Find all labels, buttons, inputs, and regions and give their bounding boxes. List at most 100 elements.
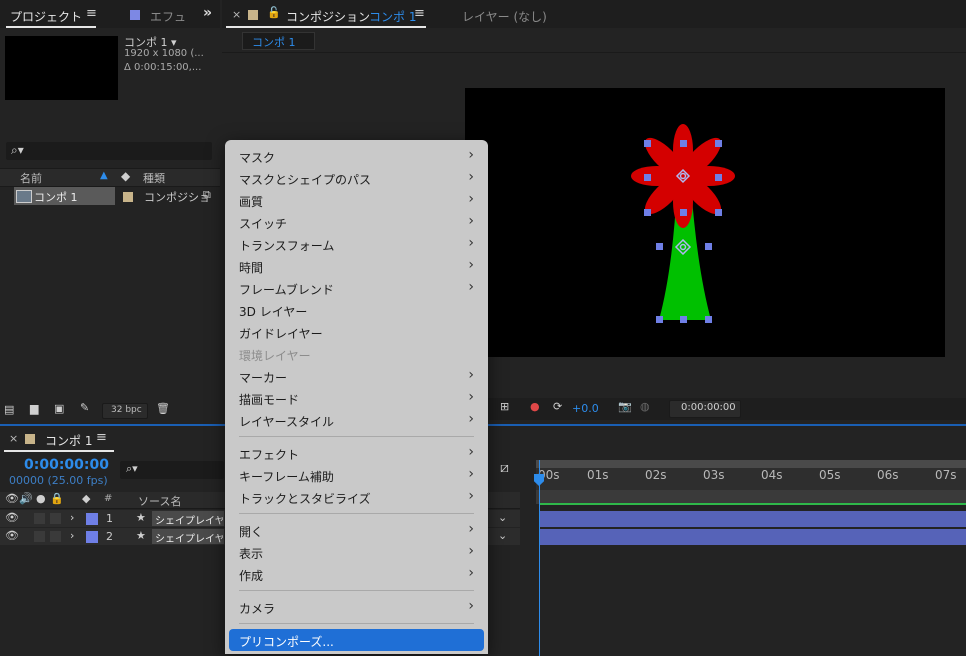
column-type[interactable]: 種類 xyxy=(143,170,165,186)
effects-tab[interactable]: エフュ xyxy=(150,8,186,25)
item-label-color xyxy=(123,192,133,202)
composition-tab-underline xyxy=(226,26,426,28)
menu-item[interactable]: 時間 › xyxy=(229,255,484,277)
menu-item[interactable]: キーフレーム補助 › xyxy=(229,464,484,486)
project-item-type: コンポジショ xyxy=(144,191,210,204)
source-name-header[interactable]: ソース名 xyxy=(138,493,181,509)
interpret-footage-icon[interactable]: ▤ xyxy=(4,403,14,416)
menu-item[interactable]: 3D レイヤー xyxy=(229,299,484,321)
visibility-toggle-icon[interactable]: 👁 xyxy=(5,511,19,524)
menu-item[interactable]: トランスフォーム › xyxy=(229,233,484,255)
menu-item: 環境レイヤー xyxy=(229,343,484,365)
menu-item-label: 描画モード xyxy=(239,393,300,407)
submenu-chevron-icon: › xyxy=(468,169,474,185)
solo-header-icon: ● xyxy=(36,492,46,505)
layer-number-header: # xyxy=(104,493,113,504)
submenu-chevron-icon: › xyxy=(468,411,474,427)
menu-item[interactable]: 作成 › xyxy=(229,563,484,585)
submenu-chevron-icon: › xyxy=(468,279,474,295)
lock-header-icon: 🔒 xyxy=(50,492,64,505)
layer-number: 2 xyxy=(106,530,113,543)
menu-item[interactable]: 開く › xyxy=(229,519,484,541)
color-channels-icon[interactable]: ● xyxy=(530,400,540,413)
menu-separator xyxy=(239,436,474,437)
menu-item-label: スイッチ xyxy=(239,217,288,231)
show-snapshot-icon[interactable]: ◍ xyxy=(640,400,650,413)
lock-checkbox[interactable] xyxy=(50,513,61,524)
layer-label-color[interactable] xyxy=(86,531,98,543)
guides-icon[interactable]: ⊞ xyxy=(500,400,509,413)
menu-item[interactable]: フレームブレンド › xyxy=(229,277,484,299)
menu-item[interactable]: マスク › xyxy=(229,145,484,167)
new-folder-icon[interactable]: ▆ xyxy=(30,402,38,415)
solo-checkbox[interactable] xyxy=(34,531,45,542)
layer-duration-bar[interactable] xyxy=(540,529,966,545)
submenu-chevron-icon: › xyxy=(468,565,474,581)
new-composition-icon[interactable]: ▣ xyxy=(54,402,64,415)
menu-item[interactable]: マスクとシェイプのパス › xyxy=(229,167,484,189)
timeline-menu-icon[interactable]: ≡ xyxy=(96,430,107,445)
menu-item-label: カメラ xyxy=(239,602,276,616)
timeline-tab[interactable]: コンポ 1 xyxy=(45,432,92,449)
flowchart-icon[interactable]: ⧉ xyxy=(203,188,211,202)
lock-icon[interactable]: 🔓 xyxy=(267,6,281,19)
menu-item[interactable]: エフェクト › xyxy=(229,442,484,464)
trash-icon[interactable]: 🗑 xyxy=(156,402,170,415)
menu-item[interactable]: トラックとスタビライズ › xyxy=(229,486,484,508)
composition-tab[interactable]: コンポジション xyxy=(286,8,370,25)
comp-flowchart-icon[interactable]: ⧄ xyxy=(500,460,509,476)
expand-chevron-icon[interactable]: › xyxy=(70,529,74,542)
layer-name: シェイプレイヤー xyxy=(155,516,223,527)
work-area-bar[interactable] xyxy=(536,460,966,468)
close-icon[interactable]: × xyxy=(232,8,241,21)
snapshot-camera-icon[interactable]: 📷 xyxy=(618,400,632,413)
menu-item[interactable]: 描画モード › xyxy=(229,387,484,409)
solo-checkbox[interactable] xyxy=(34,513,45,524)
panel-overflow-icon[interactable]: » xyxy=(203,5,212,21)
ruler-label: 05s xyxy=(819,468,841,482)
timeline-label-color xyxy=(25,434,35,444)
audio-header-icon: 🔊 xyxy=(19,492,33,505)
menu-item-label: トランスフォーム xyxy=(239,239,335,253)
column-name[interactable]: 名前 xyxy=(20,170,42,186)
layer-number: 1 xyxy=(106,512,113,525)
composition-canvas[interactable] xyxy=(465,88,945,357)
adjust-icon[interactable]: ✎ xyxy=(80,401,89,414)
menu-item[interactable]: ガイドレイヤー xyxy=(229,321,484,343)
menu-item-label: ガイドレイヤー xyxy=(239,327,323,341)
blend-mode-dropdown-icon[interactable]: ⌄ xyxy=(498,511,507,524)
shape-layer-artwork[interactable] xyxy=(465,88,945,357)
comp-size: 1920 x 1080 (... xyxy=(124,48,204,59)
composition-tab-link[interactable]: コンポ 1 xyxy=(369,8,416,25)
layer-duration-bar[interactable] xyxy=(540,511,966,527)
layer-viewer-tab[interactable]: レイヤー (なし) xyxy=(462,8,547,25)
visibility-toggle-icon[interactable]: 👁 xyxy=(5,529,19,542)
lock-checkbox[interactable] xyxy=(50,531,61,542)
layer-label-color[interactable] xyxy=(86,513,98,525)
menu-item-label: トラックとスタビライズ xyxy=(239,492,371,506)
menu-item[interactable]: マーカー › xyxy=(229,365,484,387)
expand-chevron-icon[interactable]: › xyxy=(70,511,74,524)
reset-exposure-icon[interactable]: ⟳ xyxy=(553,400,562,413)
project-tab[interactable]: プロジェクト xyxy=(10,8,82,25)
project-menu-icon[interactable]: ≡ xyxy=(86,6,97,21)
menu-item-label: 開く xyxy=(239,525,264,539)
search-input[interactable] xyxy=(6,142,212,160)
menu-item[interactable]: 表示 › xyxy=(229,541,484,563)
timeline-close-icon[interactable]: × xyxy=(9,432,18,445)
shape-layer-star-icon: ★ xyxy=(136,529,146,542)
menu-item[interactable]: 画質 › xyxy=(229,189,484,211)
menu-item[interactable]: プリコンポーズ... xyxy=(229,629,484,651)
menu-item[interactable]: スイッチ › xyxy=(229,211,484,233)
blend-mode-dropdown-icon[interactable]: ⌄ xyxy=(498,529,507,542)
exposure-value[interactable]: +0.0 xyxy=(572,402,599,415)
sort-ascending-icon[interactable]: ▲ xyxy=(100,170,108,181)
menu-item[interactable]: レイヤースタイル › xyxy=(229,409,484,431)
label-header-icon: ◆ xyxy=(82,492,91,505)
menu-item[interactable]: カメラ › xyxy=(229,596,484,618)
composition-menu-icon[interactable]: ≡ xyxy=(414,6,425,21)
playhead-line[interactable] xyxy=(539,460,540,656)
menu-item-label: 画質 xyxy=(239,195,264,209)
layer-context-menu[interactable]: マスク › マスクとシェイプのパス › 画質 › スイッチ › トランスフォーム › 時間 › フレーム… xyxy=(225,140,488,654)
current-timecode[interactable]: 0:00:00:00 xyxy=(24,457,109,473)
